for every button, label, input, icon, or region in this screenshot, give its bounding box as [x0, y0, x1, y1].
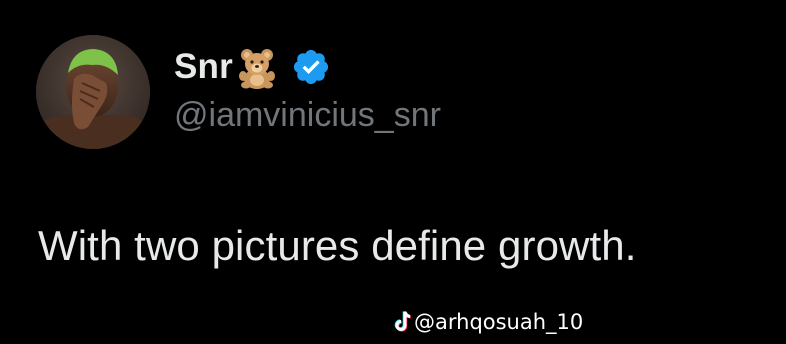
verified-badge-icon[interactable]: [291, 47, 331, 87]
tiktok-icon: [394, 310, 412, 333]
avatar[interactable]: [36, 35, 150, 149]
avatar-photo: [36, 35, 150, 149]
user-handle[interactable]: @iamvinicius_snr: [174, 96, 441, 135]
watermark-text: @arhqosuah_10: [414, 310, 584, 334]
tweet-card: Snr @iamvinicius_snr With two pictures d…: [0, 0, 786, 344]
name-row: Snr: [174, 42, 331, 92]
display-name[interactable]: Snr: [174, 47, 233, 87]
tweet-text: With two pictures define growth.: [38, 222, 637, 269]
teddy-bear-emoji-icon: [235, 45, 279, 89]
watermark: @arhqosuah_10: [394, 310, 583, 334]
